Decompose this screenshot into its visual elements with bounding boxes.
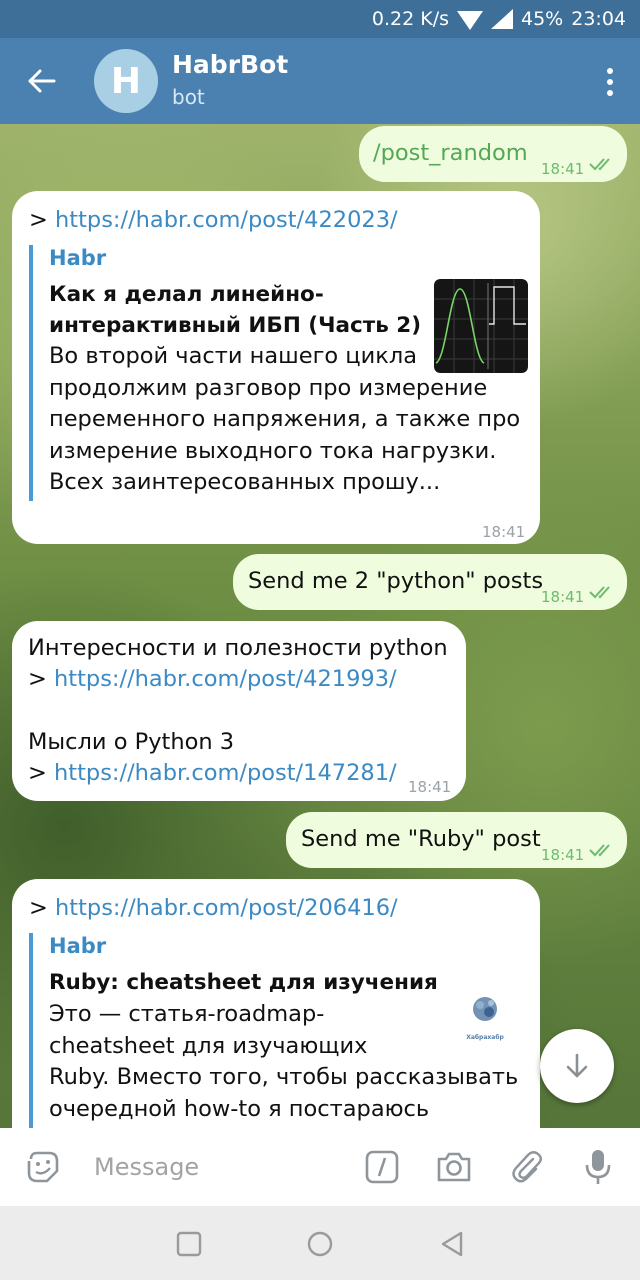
message-time: 18:41 [541, 160, 585, 178]
link-preview[interactable]: Habr Как я делал линейно- интерактивный … [29, 245, 529, 501]
preview-title: Как я делал линейно- интерактивный ИБП (… [49, 282, 422, 338]
message-text: Send me "Ruby" post [301, 826, 541, 852]
read-checks-icon [589, 586, 610, 599]
message-time: 18:41 [482, 523, 526, 541]
message-link-line: > https://habr.com/post/147281/ [28, 760, 397, 786]
preview-site-name: Habr [49, 934, 107, 958]
message-input[interactable] [94, 1146, 344, 1188]
bot-command-text[interactable]: /post_random [373, 138, 528, 169]
camera-icon[interactable] [434, 1147, 474, 1187]
message-time: 18:41 [541, 588, 585, 606]
avatar-letter: H [110, 60, 142, 102]
message-incoming[interactable]: > https://habr.com/post/206416/ Habr Rub… [12, 879, 540, 1128]
read-checks-icon [589, 158, 610, 171]
preview-thumbnail[interactable]: Хабрахабр [453, 993, 517, 1041]
clock: 23:04 [571, 8, 626, 30]
message-outgoing[interactable]: Send me "Ruby" post 18:41 [286, 812, 627, 868]
signal-icon [491, 9, 513, 29]
read-checks-icon [589, 844, 610, 857]
message-link-line: > https://habr.com/post/206416/ [29, 895, 398, 921]
chat-title[interactable]: HabrBot [172, 50, 288, 79]
message-composer [0, 1128, 640, 1206]
back-arrow-icon[interactable] [16, 56, 68, 106]
message-text: Send me 2 "python" posts [248, 568, 544, 594]
habr-logo-icon [473, 997, 497, 1021]
nav-circle-icon[interactable] [302, 1226, 338, 1262]
chat-header: H HabrBot bot [0, 38, 640, 124]
post-link[interactable]: https://habr.com/post/422023/ [55, 207, 398, 233]
network-speed: 0.22 K/s [371, 8, 449, 30]
message-link-line: > https://habr.com/post/422023/ [29, 207, 398, 233]
battery-level: 45% [521, 8, 564, 30]
status-icons: 0.22 K/s 45% 23:04 [372, 0, 626, 38]
avatar[interactable]: H [94, 49, 158, 113]
chat-subtitle: bot [172, 85, 205, 109]
nav-back-icon[interactable] [434, 1226, 470, 1262]
post-link[interactable]: https://habr.com/post/147281/ [54, 760, 397, 786]
scroll-down-icon[interactable] [540, 1029, 614, 1103]
post-link[interactable]: https://habr.com/post/206416/ [55, 895, 398, 921]
thumb-caption: Хабрахабр [466, 1034, 504, 1041]
link-preview[interactable]: Habr Ruby: cheatsheet для изучения Это —… [29, 933, 529, 1128]
bot-command-icon[interactable] [362, 1147, 402, 1187]
message-incoming[interactable]: > https://habr.com/post/422023/ Habr Как… [12, 191, 540, 544]
message-time: 18:41 [408, 778, 452, 796]
message-time: 18:41 [541, 846, 585, 864]
message-outgoing[interactable]: Send me 2 "python" posts 18:41 [233, 554, 627, 610]
wifi-icon [457, 10, 483, 30]
system-nav-bar [0, 1206, 640, 1280]
message-link-line: > https://habr.com/post/421993/ [28, 666, 397, 692]
message-text: Интересности и полезности python [28, 635, 448, 661]
mic-icon[interactable] [578, 1147, 618, 1187]
message-incoming[interactable]: Интересности и полезности python > https… [12, 621, 466, 801]
nav-square-icon[interactable] [171, 1226, 207, 1262]
status-bar: 0.22 K/s 45% 23:04 [0, 0, 640, 38]
message-outgoing[interactable]: /post_random 18:41 [359, 126, 627, 182]
chat-messages[interactable]: /post_random 18:41 > https://habr.com/po… [0, 124, 640, 1128]
preview-site-name: Habr [49, 246, 107, 270]
message-text: Мысли о Python 3 [28, 729, 235, 755]
more-vert-icon[interactable] [600, 62, 620, 102]
post-link[interactable]: https://habr.com/post/421993/ [54, 666, 397, 692]
preview-title: Ruby: cheatsheet для изучения [49, 970, 438, 995]
preview-thumbnail[interactable] [434, 279, 528, 373]
attach-icon[interactable] [507, 1147, 547, 1187]
sticker-icon[interactable] [23, 1147, 63, 1187]
